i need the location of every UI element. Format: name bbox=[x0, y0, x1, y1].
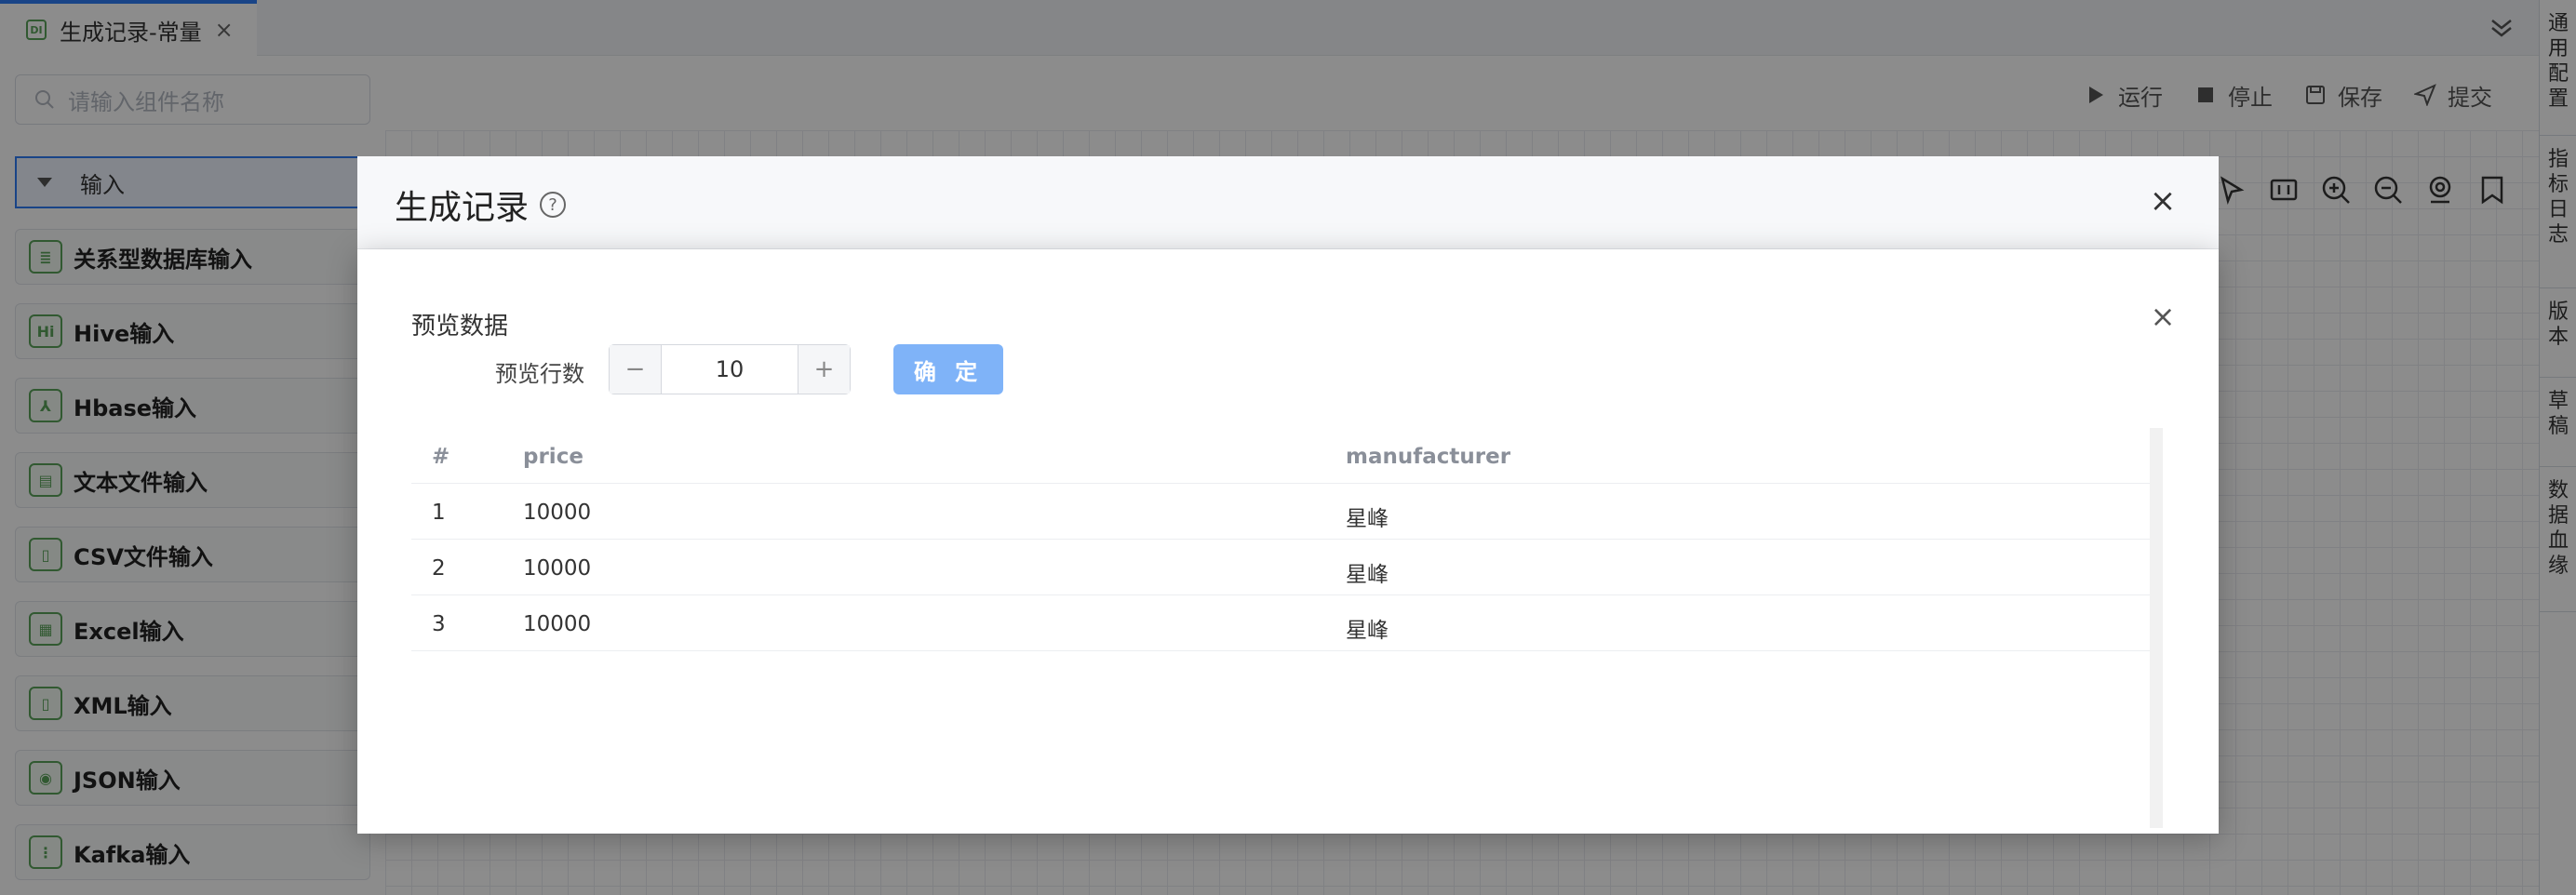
table-header-row: # price manufacturer bbox=[411, 428, 2150, 484]
preview-rows-label: 预览行数 bbox=[495, 361, 584, 387]
column-header-manufacturer: manufacturer bbox=[1346, 445, 1511, 469]
column-header-price: price bbox=[523, 445, 584, 469]
preview-data-modal: × 预览数据 预览行数 − 10 + 确 定 # price manufactu… bbox=[357, 249, 2219, 834]
modal-close-icon[interactable]: × bbox=[2146, 184, 2180, 218]
table-row: 3 10000 星峰 bbox=[411, 595, 2150, 651]
table-row: 1 10000 星峰 bbox=[411, 484, 2150, 540]
column-header-index: # bbox=[432, 445, 450, 469]
table-scrollbar[interactable] bbox=[2150, 428, 2163, 828]
increment-button[interactable]: + bbox=[798, 345, 850, 394]
preview-title: 预览数据 bbox=[411, 313, 509, 341]
modal-title: 生成记录 ? bbox=[395, 180, 567, 229]
confirm-button[interactable]: 确 定 bbox=[893, 344, 1003, 394]
preview-rows-stepper[interactable]: − 10 + bbox=[609, 344, 851, 394]
help-icon[interactable]: ? bbox=[540, 192, 567, 218]
decrement-button[interactable]: − bbox=[610, 345, 662, 394]
generate-record-modal-header: 生成记录 ? × bbox=[357, 156, 2219, 249]
preview-rows-value[interactable]: 10 bbox=[662, 345, 798, 394]
table-row: 2 10000 星峰 bbox=[411, 540, 2150, 595]
preview-table: # price manufacturer 1 10000 星峰 2 10000 … bbox=[411, 428, 2150, 651]
preview-close-icon[interactable]: × bbox=[2146, 300, 2180, 333]
